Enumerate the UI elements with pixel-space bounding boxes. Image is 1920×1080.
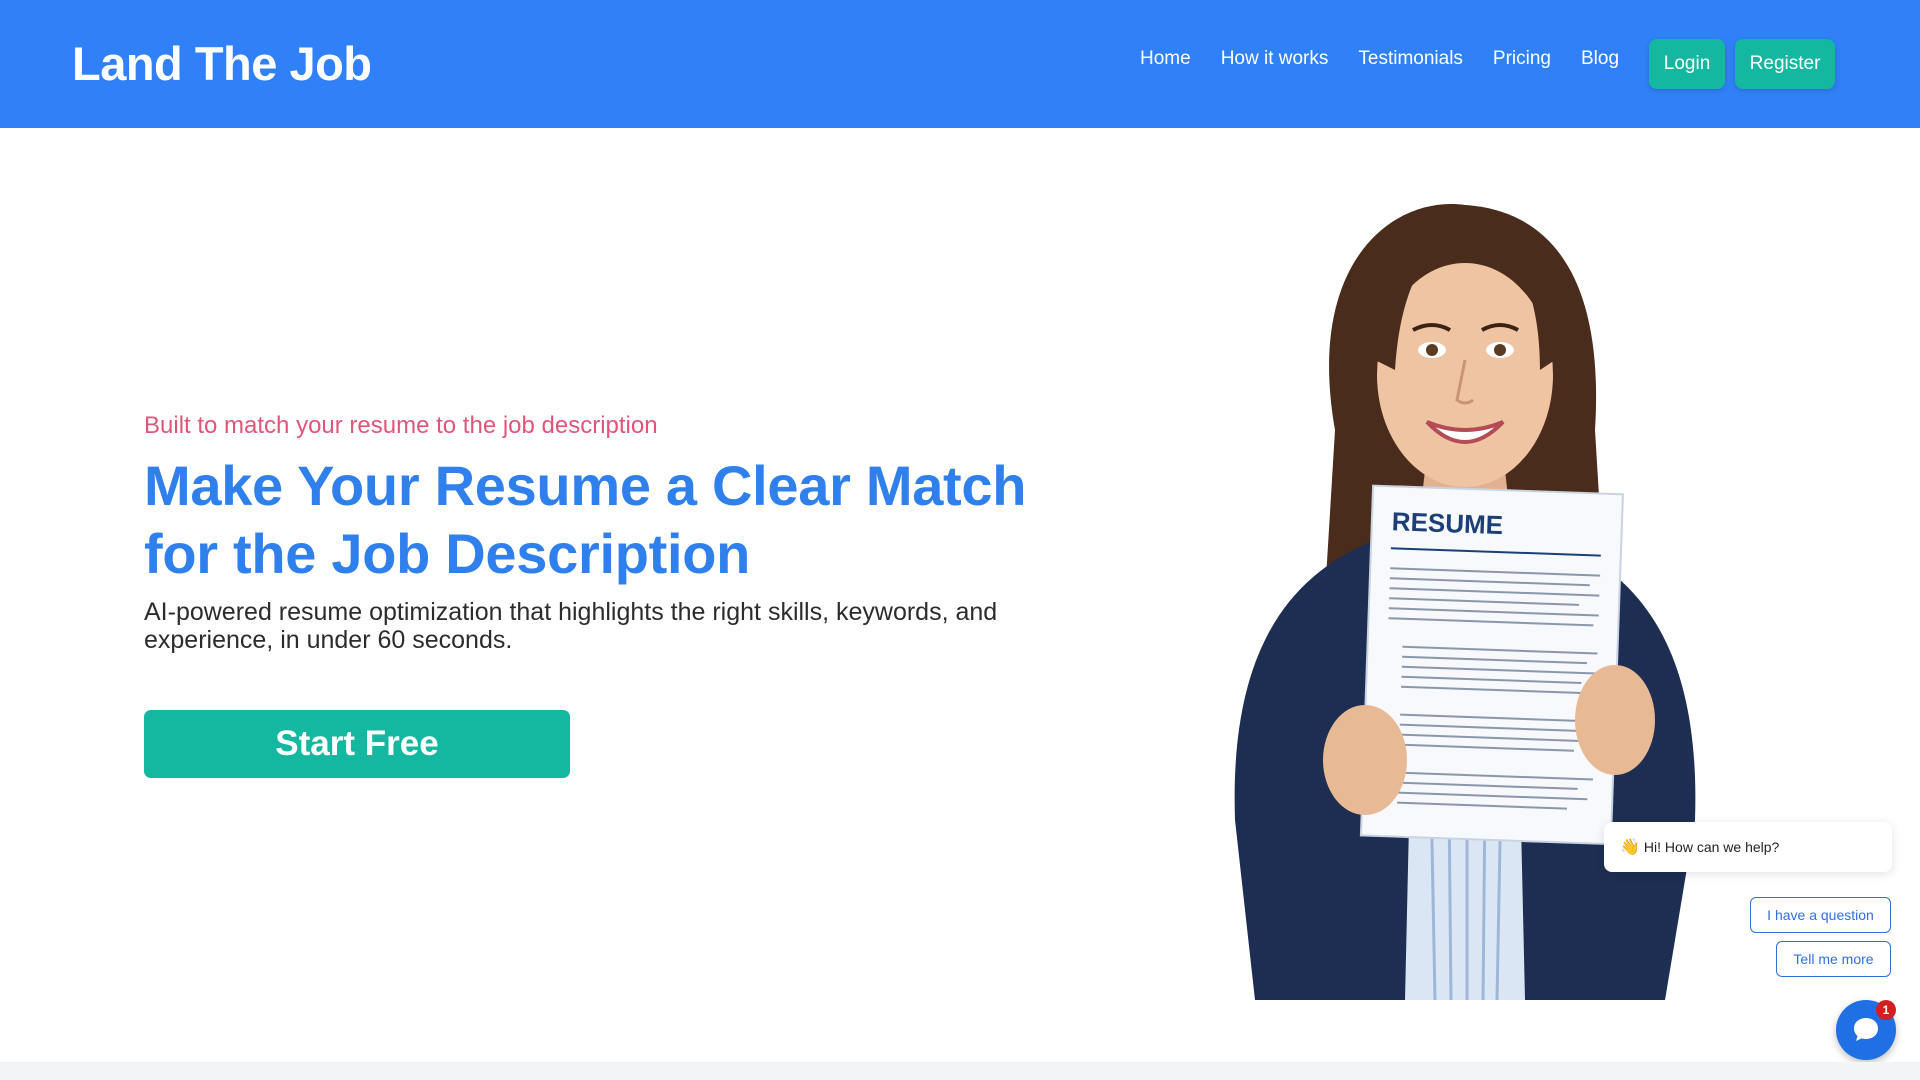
site-header: Land The Job Home How it works Testimoni… [0, 0, 1920, 128]
hero-subtext: AI-powered resume optimization that high… [144, 598, 998, 654]
chat-option-question[interactable]: I have a question [1750, 897, 1891, 933]
waving-hand-icon: 👋 [1620, 839, 1640, 856]
nav-pricing[interactable]: Pricing [1493, 39, 1551, 79]
resume-title: RESUME [1391, 506, 1503, 540]
chat-option-tell-more[interactable]: Tell me more [1776, 941, 1891, 977]
hero-tagline: Built to match your resume to the job de… [144, 412, 658, 439]
chat-greeting-text: Hi! How can we help? [1643, 839, 1780, 855]
hero-image: RESUME [1195, 200, 1735, 1001]
chat-bubble-icon [1854, 1018, 1878, 1041]
site-logo[interactable]: Land The Job [72, 36, 372, 92]
chat-greeting-bubble: 👋 Hi! How can we help? [1604, 822, 1892, 872]
hero-headline: Make Your Resume a Clear Match for the J… [144, 454, 1027, 585]
start-free-button[interactable]: Start Free [144, 710, 570, 778]
next-section-edge [0, 1062, 1920, 1080]
nav-how-it-works[interactable]: How it works [1221, 39, 1329, 79]
nav-testimonials[interactable]: Testimonials [1358, 39, 1463, 79]
nav-home[interactable]: Home [1140, 39, 1191, 79]
woman-holding-resume-illustration: RESUME [1234, 204, 1696, 1001]
chat-unread-badge: 1 [1876, 1000, 1896, 1020]
main-nav: Home How it works Testimonials Pricing B… [1140, 38, 1836, 90]
login-button[interactable]: Login [1649, 39, 1726, 89]
register-button[interactable]: Register [1735, 39, 1836, 89]
nav-blog[interactable]: Blog [1581, 39, 1619, 79]
